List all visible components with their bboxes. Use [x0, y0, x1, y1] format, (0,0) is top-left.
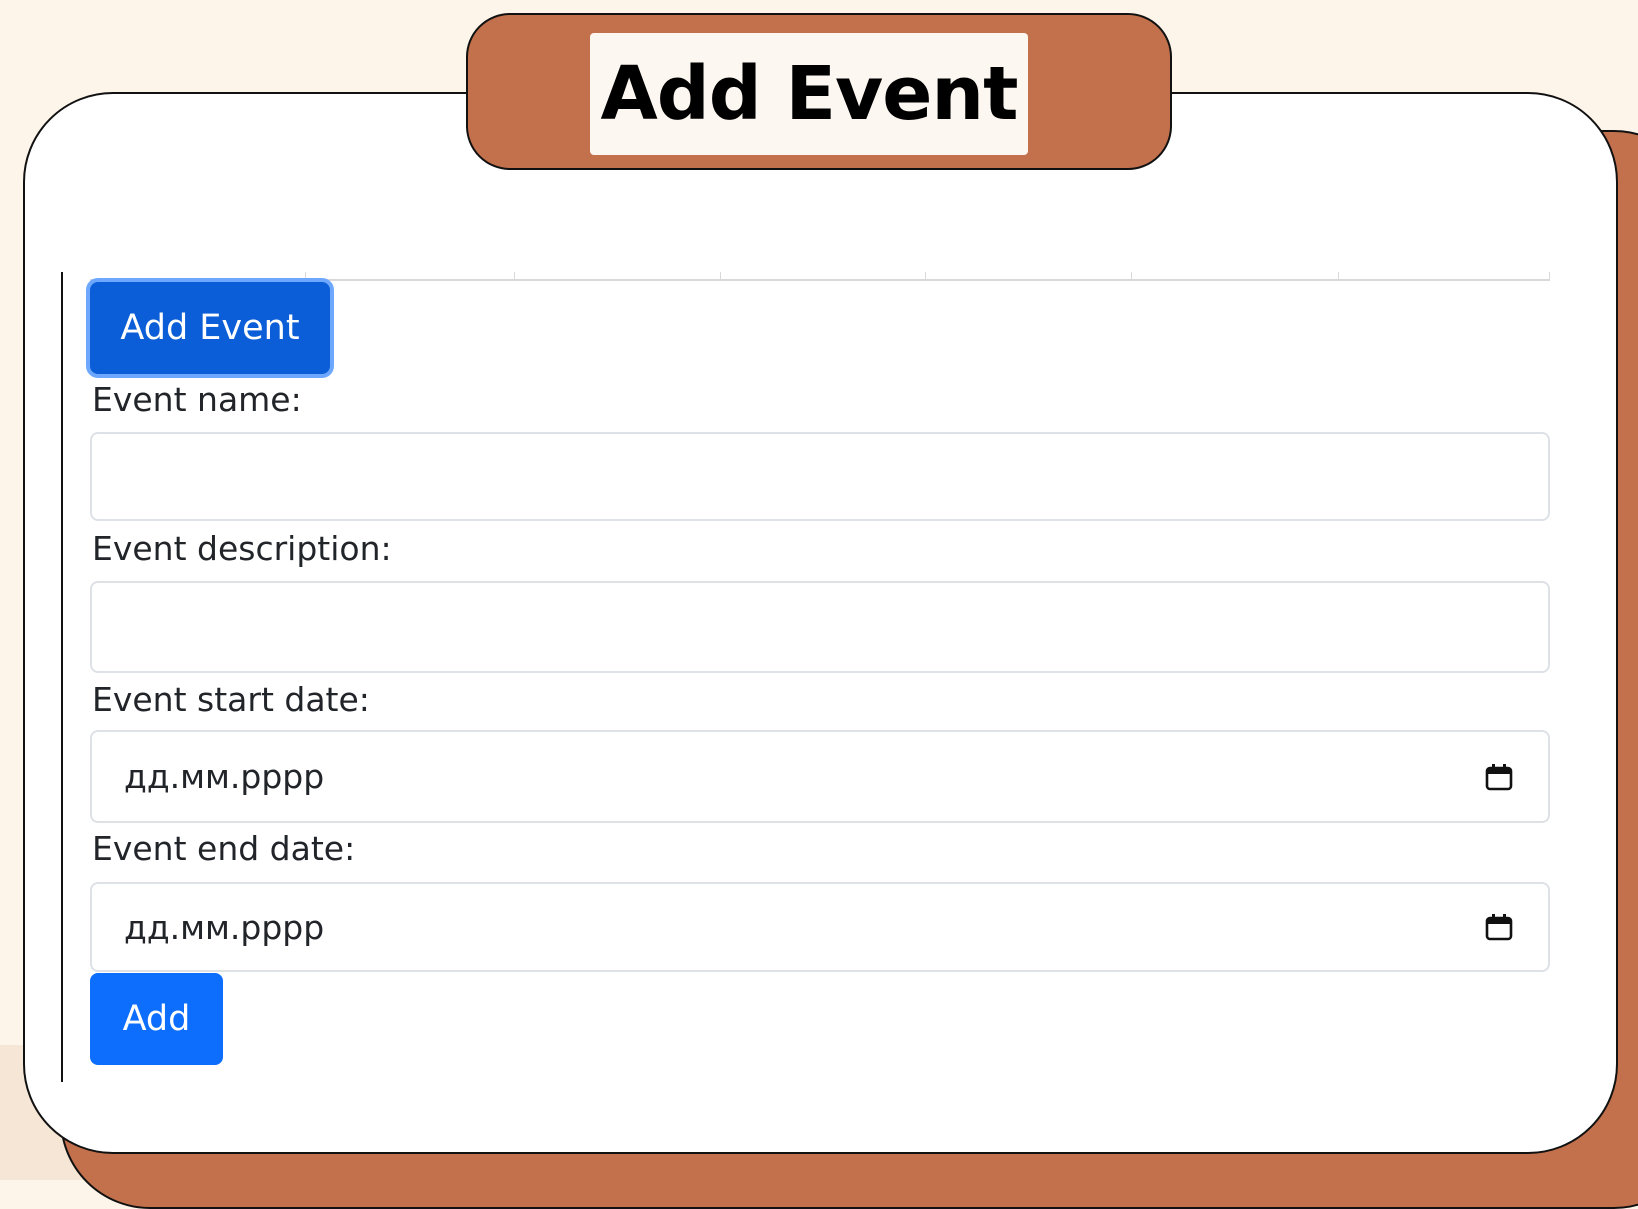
add-event-toggle-button[interactable]: Add Event [90, 282, 330, 374]
event-description-input[interactable] [90, 581, 1550, 673]
event-end-date-label: Event end date: [92, 829, 356, 868]
divider-tick [1131, 272, 1132, 280]
divider-tick [305, 272, 306, 280]
divider-tick [925, 272, 926, 280]
event-end-date-input[interactable]: дд.мм.рррр [90, 882, 1550, 972]
top-divider [90, 279, 1550, 281]
add-button[interactable]: Add [90, 973, 223, 1065]
start-date-placeholder: дд.мм.рррр [124, 757, 325, 796]
divider-tick [514, 272, 515, 280]
event-start-date-label: Event start date: [92, 680, 370, 719]
end-date-placeholder: дд.мм.рррр [124, 907, 325, 947]
divider-tick [1549, 272, 1550, 280]
event-start-date-input[interactable]: дд.мм.рррр [90, 730, 1550, 823]
calendar-icon[interactable] [1484, 762, 1514, 792]
page-title: Add Event [600, 51, 1018, 137]
event-name-label: Event name: [92, 380, 302, 419]
title-box: Add Event [590, 33, 1028, 155]
event-description-label: Event description: [92, 529, 392, 568]
event-name-input[interactable] [90, 432, 1550, 521]
divider-tick [720, 272, 721, 280]
left-divider [61, 272, 63, 1082]
calendar-icon[interactable] [1484, 912, 1514, 942]
divider-tick [1338, 272, 1339, 280]
